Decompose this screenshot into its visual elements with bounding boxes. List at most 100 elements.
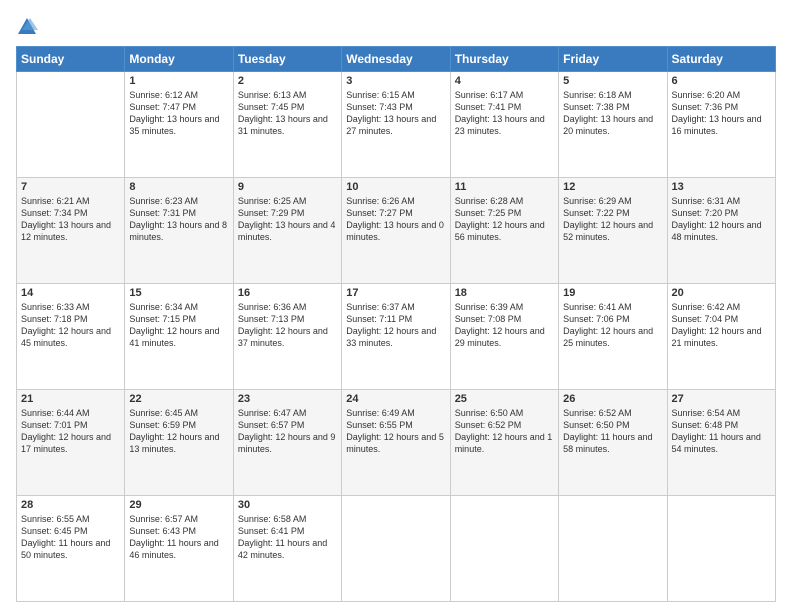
day-info: Sunrise: 6:31 AM Sunset: 7:20 PM Dayligh… [672, 195, 771, 244]
calendar-cell: 12 Sunrise: 6:29 AM Sunset: 7:22 PM Dayli… [559, 178, 667, 284]
calendar-cell: 6 Sunrise: 6:20 AM Sunset: 7:36 PM Daylig… [667, 72, 775, 178]
day-info: Sunrise: 6:18 AM Sunset: 7:38 PM Dayligh… [563, 89, 662, 138]
calendar-cell: 18 Sunrise: 6:39 AM Sunset: 7:08 PM Dayli… [450, 284, 558, 390]
calendar-cell: 11Sunrise: 6:28 AM Sunset: 7:25 PM Dayli… [450, 178, 558, 284]
logo [16, 16, 42, 38]
logo-icon [16, 16, 38, 38]
calendar-cell: 29 Sunrise: 6:57 AM Sunset: 6:43 PM Dayli… [125, 496, 233, 602]
calendar-cell: 23 Sunrise: 6:47 AM Sunset: 6:57 PM Dayli… [233, 390, 341, 496]
calendar-cell: 10Sunrise: 6:26 AM Sunset: 7:27 PM Dayli… [342, 178, 450, 284]
calendar-cell [559, 496, 667, 602]
calendar-week-4: 21 Sunrise: 6:44 AM Sunset: 7:01 PM Dayli… [17, 390, 776, 496]
day-number: 6 [672, 75, 771, 87]
calendar-cell: 24Sunrise: 6:49 AM Sunset: 6:55 PM Dayli… [342, 390, 450, 496]
weekday-header-saturday: Saturday [667, 47, 775, 72]
weekday-header-thursday: Thursday [450, 47, 558, 72]
day-number: 14 [21, 287, 120, 299]
day-info: Sunrise: 6:34 AM Sunset: 7:15 PM Dayligh… [129, 301, 228, 350]
day-info: Sunrise: 6:36 AM Sunset: 7:13 PM Dayligh… [238, 301, 337, 350]
day-info: Sunrise: 6:55 AM Sunset: 6:45 PM Dayligh… [21, 513, 120, 562]
calendar-cell: 26 Sunrise: 6:52 AM Sunset: 6:50 PM Dayli… [559, 390, 667, 496]
calendar-cell: 3 Sunrise: 6:15 AM Sunset: 7:43 PM Daylig… [342, 72, 450, 178]
day-number: 3 [346, 75, 445, 87]
calendar-cell: 13 Sunrise: 6:31 AM Sunset: 7:20 PM Dayli… [667, 178, 775, 284]
day-number: 30 [238, 499, 337, 511]
day-number: 7 [21, 181, 120, 193]
day-number: 27 [672, 393, 771, 405]
day-info: Sunrise: 6:41 AM Sunset: 7:06 PM Dayligh… [563, 301, 662, 350]
day-number: 16 [238, 287, 337, 299]
weekday-header-wednesday: Wednesday [342, 47, 450, 72]
day-info: Sunrise: 6:26 AM Sunset: 7:27 PM Dayligh… [346, 195, 445, 244]
day-info: Sunrise: 6:29 AM Sunset: 7:22 PM Dayligh… [563, 195, 662, 244]
day-number: 26 [563, 393, 662, 405]
day-number: 20 [672, 287, 771, 299]
day-number: 28 [21, 499, 120, 511]
day-info: Sunrise: 6:23 AM Sunset: 7:31 PM Dayligh… [129, 195, 228, 244]
day-number: 15 [129, 287, 228, 299]
calendar-cell: 1 Sunrise: 6:12 AM Sunset: 7:47 PM Daylig… [125, 72, 233, 178]
day-info: Sunrise: 6:12 AM Sunset: 7:47 PM Dayligh… [129, 89, 228, 138]
calendar-cell [17, 72, 125, 178]
calendar-cell: 9 Sunrise: 6:25 AM Sunset: 7:29 PM Daylig… [233, 178, 341, 284]
calendar-cell [667, 496, 775, 602]
calendar-cell: 8 Sunrise: 6:23 AM Sunset: 7:31 PM Daylig… [125, 178, 233, 284]
calendar-cell: 17 Sunrise: 6:37 AM Sunset: 7:11 PM Dayli… [342, 284, 450, 390]
day-info: Sunrise: 6:21 AM Sunset: 7:34 PM Dayligh… [21, 195, 120, 244]
day-number: 17 [346, 287, 445, 299]
day-info: Sunrise: 6:15 AM Sunset: 7:43 PM Dayligh… [346, 89, 445, 138]
day-number: 29 [129, 499, 228, 511]
calendar-week-2: 7 Sunrise: 6:21 AM Sunset: 7:34 PM Daylig… [17, 178, 776, 284]
weekday-header-monday: Monday [125, 47, 233, 72]
calendar-table: SundayMondayTuesdayWednesdayThursdayFrid… [16, 46, 776, 602]
calendar-cell: 2 Sunrise: 6:13 AM Sunset: 7:45 PM Daylig… [233, 72, 341, 178]
weekday-header-friday: Friday [559, 47, 667, 72]
calendar-week-3: 14 Sunrise: 6:33 AM Sunset: 7:18 PM Dayli… [17, 284, 776, 390]
day-number: 24 [346, 393, 445, 405]
weekday-header-sunday: Sunday [17, 47, 125, 72]
day-info: Sunrise: 6:42 AM Sunset: 7:04 PM Dayligh… [672, 301, 771, 350]
day-number: 8 [129, 181, 228, 193]
day-info: Sunrise: 6:37 AM Sunset: 7:11 PM Dayligh… [346, 301, 445, 350]
day-info: Sunrise: 6:20 AM Sunset: 7:36 PM Dayligh… [672, 89, 771, 138]
day-info: Sunrise: 6:52 AM Sunset: 6:50 PM Dayligh… [563, 407, 662, 456]
day-info: Sunrise: 6:47 AM Sunset: 6:57 PM Dayligh… [238, 407, 337, 456]
day-info: Sunrise: 6:25 AM Sunset: 7:29 PM Dayligh… [238, 195, 337, 244]
calendar-cell: 5 Sunrise: 6:18 AM Sunset: 7:38 PM Daylig… [559, 72, 667, 178]
calendar-cell: 15 Sunrise: 6:34 AM Sunset: 7:15 PM Dayli… [125, 284, 233, 390]
calendar-cell: 25 Sunrise: 6:50 AM Sunset: 6:52 PM Dayli… [450, 390, 558, 496]
day-number: 22 [129, 393, 228, 405]
day-number: 12 [563, 181, 662, 193]
day-info: Sunrise: 6:57 AM Sunset: 6:43 PM Dayligh… [129, 513, 228, 562]
page: SundayMondayTuesdayWednesdayThursdayFrid… [0, 0, 792, 612]
day-number: 19 [563, 287, 662, 299]
day-info: Sunrise: 6:44 AM Sunset: 7:01 PM Dayligh… [21, 407, 120, 456]
day-info: Sunrise: 6:13 AM Sunset: 7:45 PM Dayligh… [238, 89, 337, 138]
day-number: 9 [238, 181, 337, 193]
day-number: 23 [238, 393, 337, 405]
calendar-cell: 14 Sunrise: 6:33 AM Sunset: 7:18 PM Dayli… [17, 284, 125, 390]
day-number: 11 [455, 181, 554, 193]
calendar-cell: 16 Sunrise: 6:36 AM Sunset: 7:13 PM Dayli… [233, 284, 341, 390]
day-number: 2 [238, 75, 337, 87]
calendar-cell: 30Sunrise: 6:58 AM Sunset: 6:41 PM Dayli… [233, 496, 341, 602]
calendar-cell: 27Sunrise: 6:54 AM Sunset: 6:48 PM Dayli… [667, 390, 775, 496]
day-info: Sunrise: 6:33 AM Sunset: 7:18 PM Dayligh… [21, 301, 120, 350]
day-number: 13 [672, 181, 771, 193]
calendar-cell: 28 Sunrise: 6:55 AM Sunset: 6:45 PM Dayli… [17, 496, 125, 602]
day-number: 25 [455, 393, 554, 405]
day-number: 5 [563, 75, 662, 87]
calendar-cell: 4Sunrise: 6:17 AM Sunset: 7:41 PM Daylig… [450, 72, 558, 178]
calendar-cell: 7 Sunrise: 6:21 AM Sunset: 7:34 PM Daylig… [17, 178, 125, 284]
day-info: Sunrise: 6:39 AM Sunset: 7:08 PM Dayligh… [455, 301, 554, 350]
day-number: 1 [129, 75, 228, 87]
day-info: Sunrise: 6:50 AM Sunset: 6:52 PM Dayligh… [455, 407, 554, 456]
calendar-week-5: 28 Sunrise: 6:55 AM Sunset: 6:45 PM Dayli… [17, 496, 776, 602]
day-info: Sunrise: 6:45 AM Sunset: 6:59 PM Dayligh… [129, 407, 228, 456]
calendar-cell: 22 Sunrise: 6:45 AM Sunset: 6:59 PM Dayli… [125, 390, 233, 496]
calendar-cell: 21 Sunrise: 6:44 AM Sunset: 7:01 PM Dayli… [17, 390, 125, 496]
header [16, 12, 776, 38]
day-number: 21 [21, 393, 120, 405]
day-number: 18 [455, 287, 554, 299]
weekday-header-row: SundayMondayTuesdayWednesdayThursdayFrid… [17, 47, 776, 72]
